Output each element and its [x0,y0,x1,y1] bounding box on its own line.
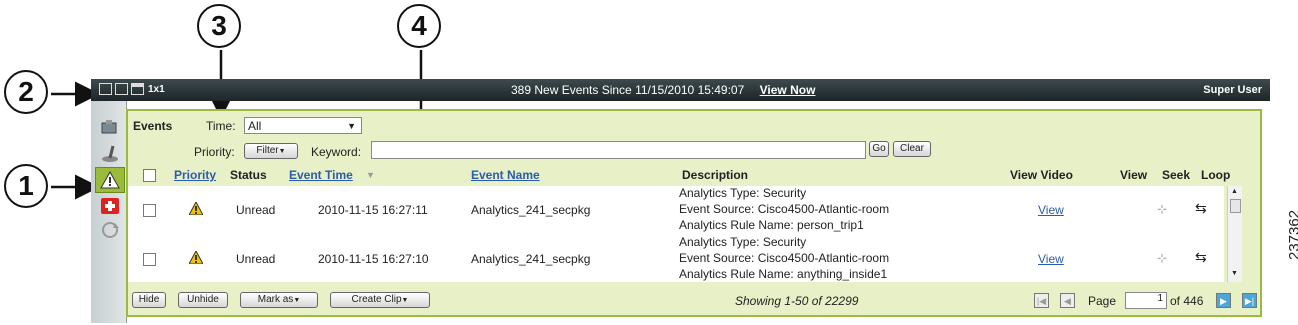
alert-icon[interactable] [95,167,125,193]
priority-label: Priority: [194,145,235,159]
description-line: Analytics Type: Security [679,186,807,200]
table-scrollbar[interactable]: ▲ ▼ [1227,186,1242,282]
create-clip-button[interactable]: Create Clip▼ [330,292,430,308]
unhide-button[interactable]: Unhide [178,292,228,308]
user-label: Super User [1203,84,1262,96]
events-footer: Hide Unhide Mark as▼ Create Clip▼ Showin… [128,290,1260,315]
events-table: Unread 2010-11-15 16:27:11 Analytics_241… [128,186,1224,282]
chevron-down-icon: ▼ [347,121,356,131]
next-page-icon[interactable]: ▶ [1216,293,1231,308]
top-bar: 1x1 389 New Events Since 11/15/2010 15:4… [91,79,1270,101]
loop-icon[interactable]: ⇆ [1195,249,1207,266]
time-cell: 2010-11-15 16:27:11 [318,203,428,217]
time-label: Time: [206,119,236,133]
layout-icon[interactable] [99,83,112,95]
description-line: Analytics Type: Security [679,235,807,249]
table-row[interactable]: Unread 2010-11-15 16:27:11 Analytics_241… [128,186,1224,234]
scroll-down-icon[interactable]: ▼ [1231,270,1238,277]
filter-button[interactable]: Filter▼ [244,143,298,159]
left-icon-panel [91,101,127,323]
events-title: Events [133,119,173,133]
priority-column-header[interactable]: Priority [174,168,216,182]
chevron-down-icon: ▼ [278,148,286,155]
scroll-up-icon[interactable]: ▲ [1231,188,1238,195]
go-button[interactable]: Go [869,141,889,157]
prev-page-icon[interactable]: ◀ [1060,293,1075,308]
page-total: of 446 [1170,294,1204,308]
status-column-header: Status [230,168,267,182]
view-column-header: View [1120,168,1148,182]
loop-column-header: Loop [1201,168,1231,182]
layout-icon[interactable] [115,83,128,95]
status-cell: Unread [236,252,276,266]
row-checkbox[interactable] [143,204,156,217]
seek-icon[interactable]: ⊹ [1157,251,1167,265]
sort-icon: ▼ [366,170,375,180]
page-input[interactable]: 1 [1125,292,1167,309]
view-video-link[interactable]: View [1038,252,1064,266]
camera-icon[interactable] [99,116,121,138]
scroll-thumb[interactable] [1230,199,1241,213]
name-cell: Analytics_241_secpkg [471,252,591,266]
last-page-icon[interactable]: ▶| [1242,293,1257,308]
events-panel: Events Time: All ▼ Priority: Filter▼ Key… [126,109,1262,317]
chevron-down-icon: ▼ [293,297,301,304]
select-all-checkbox[interactable] [143,169,156,182]
showing-count: Showing 1-50 of 22299 [735,294,859,308]
chevron-down-icon: ▼ [401,297,409,304]
clear-button[interactable]: Clear [893,141,931,157]
layout-label: 1x1 [148,83,165,95]
warning-icon [189,202,203,215]
time-cell: 2010-11-15 16:27:10 [318,252,429,266]
refresh-icon[interactable] [99,219,121,241]
description-column-header: Description [682,168,749,182]
mark-as-button[interactable]: Mark as▼ [240,292,318,308]
keyword-label: Keyword: [311,145,362,159]
layout-selector[interactable]: 1x1 [99,83,165,95]
event-name-column-header[interactable]: Event Name [471,168,540,182]
page-label: Page [1088,294,1117,308]
view-video-link[interactable]: View [1038,203,1064,217]
description-line: Event Source: Cisco4500-Atlantic-room [679,251,890,265]
view-video-column-header: View Video [1010,168,1073,182]
description-line: Event Source: Cisco4500-Atlantic-room [679,202,890,216]
hide-button[interactable]: Hide [132,292,166,308]
table-row[interactable]: Unread 2010-11-15 16:27:10 Analytics_241… [128,234,1224,282]
loop-icon[interactable]: ⇆ [1195,200,1207,217]
view-now-link[interactable]: View Now [760,83,816,97]
name-cell: Analytics_241_secpkg [471,203,591,217]
first-aid-icon[interactable] [99,194,121,216]
figure-id: 237362 [1286,209,1298,260]
keyword-input[interactable] [371,141,866,159]
status-cell: Unread [236,203,276,217]
description-line: Analytics Rule Name: person_trip1 [679,218,864,232]
new-events-notice: 389 New Events Since 11/15/2010 15:49:07… [511,83,816,97]
layout-icon[interactable] [131,83,144,95]
row-checkbox[interactable] [143,253,156,266]
time-select[interactable]: All ▼ [244,117,362,134]
first-page-icon[interactable]: |◀ [1034,293,1049,308]
joystick-icon[interactable] [99,142,121,164]
seek-column-header: Seek [1162,168,1191,182]
event-time-column-header[interactable]: Event Time [289,168,353,182]
seek-icon[interactable]: ⊹ [1157,202,1167,216]
warning-icon [189,251,203,264]
description-line: Analytics Rule Name: anything_inside1 [679,267,888,281]
